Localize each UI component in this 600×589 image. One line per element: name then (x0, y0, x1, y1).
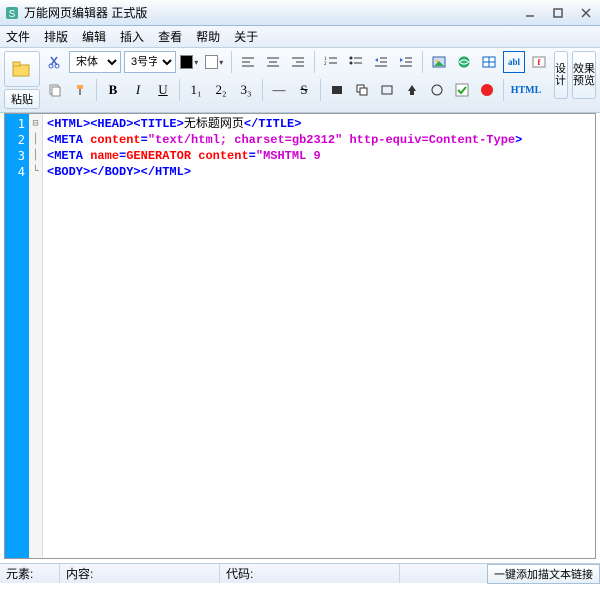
paste-button[interactable]: 粘贴 (4, 89, 40, 109)
font-size-select[interactable]: 3号字 (124, 51, 176, 73)
flash-button[interactable]: f (528, 51, 550, 73)
add-anchor-link-button[interactable]: 一键添加描文本链接 (487, 564, 600, 584)
svg-text:S: S (9, 9, 16, 20)
outdent-button[interactable] (370, 51, 392, 73)
close-button[interactable] (576, 5, 596, 21)
link-button[interactable] (453, 51, 475, 73)
shape-layers-button[interactable] (351, 79, 373, 101)
menu-edit[interactable]: 编辑 (82, 28, 106, 45)
svg-text:f: f (538, 58, 541, 67)
underline-button[interactable]: U (152, 79, 174, 101)
strike-button[interactable]: S (293, 79, 315, 101)
align-right-button[interactable] (287, 51, 309, 73)
open-button[interactable] (4, 51, 40, 87)
svg-text:2: 2 (324, 62, 327, 67)
shape-circle-button[interactable] (426, 79, 448, 101)
bold-button[interactable]: B (102, 79, 124, 101)
list-ul-button[interactable] (345, 51, 367, 73)
preview-button[interactable]: 效果 预览 (572, 51, 596, 99)
arrow-up-button[interactable] (401, 79, 423, 101)
menu-help[interactable]: 帮助 (196, 28, 220, 45)
cut-button[interactable] (44, 51, 66, 73)
indent-button[interactable] (395, 51, 417, 73)
table-button[interactable] (478, 51, 500, 73)
copy-button[interactable] (44, 79, 66, 101)
italic-button[interactable]: I (127, 79, 149, 101)
text-color-button[interactable]: ▾ (179, 51, 201, 73)
list-ol-button[interactable]: 12 (320, 51, 342, 73)
menu-view[interactable]: 查看 (158, 28, 182, 45)
code-content[interactable]: <HTML><HEAD><TITLE>无标题网页</TITLE> <META c… (43, 114, 595, 558)
font-family-select[interactable]: 宋体 (69, 51, 121, 73)
brush-button[interactable] (69, 79, 91, 101)
minimize-button[interactable] (520, 5, 540, 21)
h3-button[interactable]: 3₃ (235, 79, 257, 101)
image-button[interactable] (428, 51, 450, 73)
h1-button[interactable]: 1₁ (185, 79, 207, 101)
fold-gutter[interactable]: ⊟││└ (29, 114, 43, 558)
design-button[interactable]: 设计 (554, 51, 568, 99)
check-button[interactable] (451, 79, 473, 101)
align-center-button[interactable] (262, 51, 284, 73)
record-button[interactable] (476, 79, 498, 101)
text-box-button[interactable]: abl (503, 51, 525, 73)
maximize-button[interactable] (548, 5, 568, 21)
code-editor[interactable]: 1234 ⊟││└ <HTML><HEAD><TITLE>无标题网页</TITL… (4, 113, 596, 559)
menu-about[interactable]: 关于 (234, 28, 258, 45)
html-button[interactable]: HTML (509, 79, 543, 101)
align-left-button[interactable] (237, 51, 259, 73)
menu-file[interactable]: 文件 (6, 28, 30, 45)
shape-rect-fill-button[interactable] (326, 79, 348, 101)
menu-insert[interactable]: 插入 (120, 28, 144, 45)
shape-rect-button[interactable] (376, 79, 398, 101)
menubar: 文件 排版 编辑 插入 查看 帮助 关于 (0, 26, 600, 48)
menu-layout[interactable]: 排版 (44, 28, 68, 45)
line-gutter: 1234 (5, 114, 29, 558)
h2-button[interactable]: 2₂ (210, 79, 232, 101)
hr-button[interactable]: — (268, 79, 290, 101)
status-content: 内容: (60, 564, 220, 583)
status-element: 元素: (0, 564, 60, 583)
bg-color-button[interactable]: ▾ (204, 51, 226, 73)
status-code: 代码: (220, 564, 400, 583)
window-title: 万能网页编辑器 正式版 (24, 4, 147, 21)
app-icon: S (4, 5, 20, 21)
